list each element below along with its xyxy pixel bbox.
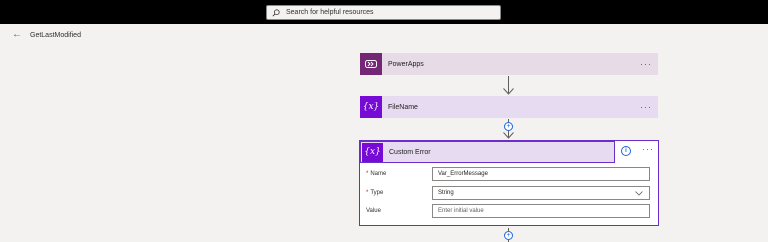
field-label: * Name bbox=[366, 171, 387, 177]
flow-title: GetLastModified bbox=[30, 31, 81, 39]
search-icon bbox=[272, 8, 280, 16]
variable-icon: {x} bbox=[362, 142, 383, 162]
more-options-icon[interactable]: ··· bbox=[642, 144, 654, 154]
step-filename[interactable]: {x} FileName ··· bbox=[360, 96, 658, 118]
top-bar: Search for helpful resources bbox=[0, 0, 768, 24]
step-powerapps[interactable]: PowerApps ··· bbox=[360, 53, 658, 75]
more-options-icon[interactable]: ··· bbox=[640, 59, 652, 69]
name-row: * Name Var_ErrorMessage bbox=[366, 167, 656, 181]
step-header[interactable]: {x} Custom Error bbox=[360, 141, 615, 163]
chevron-down-icon bbox=[635, 191, 643, 196]
value-row: Value Enter initial value bbox=[366, 204, 656, 218]
search-box[interactable]: Search for helpful resources bbox=[266, 5, 501, 20]
add-step-icon[interactable]: + bbox=[504, 231, 513, 240]
back-arrow-icon[interactable]: ← bbox=[12, 30, 22, 40]
more-options-icon[interactable]: ··· bbox=[640, 102, 652, 112]
value-field[interactable]: Enter initial value bbox=[432, 204, 650, 218]
type-row: * Type String bbox=[366, 186, 656, 200]
field-label: * Type bbox=[366, 190, 384, 196]
arrow-down-icon bbox=[503, 132, 514, 139]
step-custom-error: {x} Custom Error i ··· * Name Var_ErrorMe… bbox=[359, 140, 659, 226]
arrow-down-icon bbox=[503, 88, 514, 95]
info-icon[interactable]: i bbox=[621, 146, 631, 156]
type-value: String bbox=[438, 190, 454, 196]
add-step-icon[interactable]: + bbox=[504, 122, 513, 131]
step-label: FileName bbox=[388, 103, 418, 111]
field-label: Value bbox=[366, 208, 381, 214]
flow-header: ← GetLastModified bbox=[0, 26, 768, 44]
powerapps-icon bbox=[360, 53, 382, 75]
step-label: PowerApps bbox=[388, 60, 424, 68]
name-field[interactable]: Var_ErrorMessage bbox=[432, 167, 650, 181]
variable-icon: {x} bbox=[360, 96, 382, 118]
step-label: Custom Error bbox=[389, 148, 431, 156]
search-placeholder: Search for helpful resources bbox=[286, 9, 374, 16]
type-select[interactable]: String bbox=[432, 186, 650, 200]
